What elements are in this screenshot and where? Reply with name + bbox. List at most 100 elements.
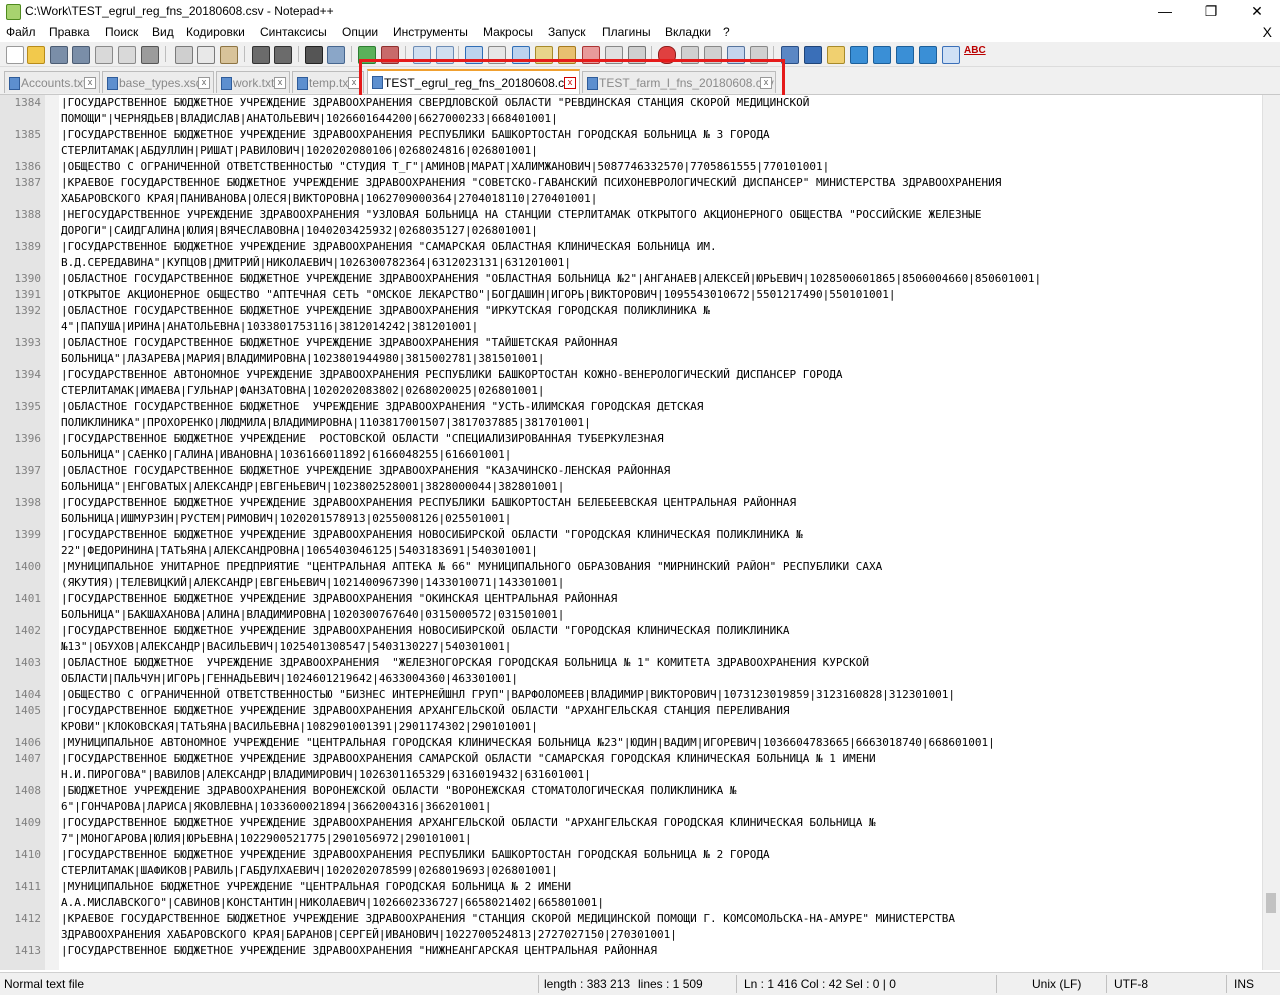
editor-line[interactable]: СТЕРЛИТАМАК|ИМАЕВА|ГУЛЬНАР|ФАНЗАТОВНА|10… — [0, 383, 1260, 399]
editor-area[interactable]: 1384 |ГОСУДАРСТВЕННОЕ БЮДЖЕТНОЕ УЧРЕЖДЕНИ… — [0, 95, 1280, 970]
redo-icon[interactable] — [274, 46, 292, 64]
editor-line[interactable]: 1401 |ГОСУДАРСТВЕННОЕ БЮДЖЕТНОЕ УЧРЕЖДЕНИ… — [0, 591, 1260, 607]
editor-line[interactable]: 1392 |ОБЛАСТНОЕ ГОСУДАРСТВЕННОЕ БЮДЖЕТНОЕ… — [0, 303, 1260, 319]
vertical-scrollbar[interactable] — [1262, 95, 1280, 970]
tab-close-icon[interactable]: x — [84, 77, 96, 89]
editor-line[interactable]: БОЛЬНИЦА"|ЕНГОВАТЫХ|АЛЕКСАНДР|ЕВГЕНЬЕВИЧ… — [0, 479, 1260, 495]
editor-line[interactable]: 1394 |ГОСУДАРСТВЕННОЕ АВТОНОМНОЕ УЧРЕЖДЕН… — [0, 367, 1260, 383]
editor-line[interactable]: Н.И.ПИРОГОВА"|ВАВИЛОВ|АЛЕКСАНДР|ВЛАДИМИР… — [0, 767, 1260, 783]
spellcheck-icon[interactable]: ABC — [964, 45, 986, 56]
navigation-bar-icon[interactable] — [942, 46, 960, 64]
close-document-icon[interactable]: X — [1263, 24, 1272, 40]
line-text[interactable]: |ОБЛАСТНОЕ ГОСУДАРСТВЕННОЕ БЮДЖЕТНОЕ УЧР… — [61, 399, 703, 415]
compare-clear-icon[interactable] — [827, 46, 845, 64]
save-all-icon[interactable] — [72, 46, 90, 64]
editor-line[interactable]: 1407 |ГОСУДАРСТВЕННОЕ БЮДЖЕТНОЕ УЧРЕЖДЕНИ… — [0, 751, 1260, 767]
editor-line[interactable]: ДОРОГИ"|САИДГАЛИНА|ЮЛИЯ|ВЯЧЕСЛАВОВНА|104… — [0, 223, 1260, 239]
tab-accounts-txt[interactable]: Accounts.txt x — [4, 71, 100, 93]
save-icon[interactable] — [50, 46, 68, 64]
next-diff-icon[interactable] — [896, 46, 914, 64]
line-text[interactable]: |ГОСУДАРСТВЕННОЕ БЮДЖЕТНОЕ УЧРЕЖДЕНИЕ ЗД… — [61, 527, 803, 543]
line-text[interactable]: БОЛЬНИЦА"|САЕНКО|ГАЛИНА|ИВАНОВНА|1036166… — [61, 447, 511, 463]
line-text[interactable]: Н.И.ПИРОГОВА"|ВАВИЛОВ|АЛЕКСАНДР|ВЛАДИМИР… — [61, 767, 591, 783]
editor-line[interactable]: 1404 |ОБЩЕСТВО С ОГРАНИЧЕННОЙ ОТВЕТСТВЕНН… — [0, 687, 1260, 703]
line-text[interactable]: |ГОСУДАРСТВЕННОЕ БЮДЖЕТНОЕ УЧРЕЖДЕНИЕ ЗД… — [61, 127, 770, 143]
line-text[interactable]: (ЯКУТИЯ)|ТЕЛЕВИЦКИЙ|АЛЕКСАНДР|ЕВГЕНЬЕВИЧ… — [61, 575, 564, 591]
menu-plugins[interactable]: Плагины — [602, 25, 651, 39]
close-all-icon[interactable] — [118, 46, 136, 64]
copy-icon[interactable] — [197, 46, 215, 64]
editor-line[interactable]: 1387 |КРАЕВОЕ ГОСУДАРСТВЕННОЕ БЮДЖЕТНОЕ У… — [0, 175, 1260, 191]
editor-line[interactable]: 1398 |ГОСУДАРСТВЕННОЕ БЮДЖЕТНОЕ УЧРЕЖДЕНИ… — [0, 495, 1260, 511]
line-text[interactable]: ОБЛАСТИ|ПАЛЬЧУН|ИГОРЬ|ГЕННАДЬЕВИЧ|102460… — [61, 671, 518, 687]
editor-line[interactable]: КРОВИ"|КЛОКОВСКАЯ|ТАТЬЯНА|ВАСИЛЬЕВНА|108… — [0, 719, 1260, 735]
minimize-button[interactable]: — — [1142, 0, 1188, 22]
editor-line[interactable]: 1405 |ГОСУДАРСТВЕННОЕ БЮДЖЕТНОЕ УЧРЕЖДЕНИ… — [0, 703, 1260, 719]
editor-line[interactable]: СТЕРЛИТАМАК|АБДУЛЛИН|РИШАТ|РАВИЛОВИЧ|102… — [0, 143, 1260, 159]
editor-line[interactable]: А.А.МИСЛАВСКОГО"|САВИНОВ|КОНСТАНТИН|НИКО… — [0, 895, 1260, 911]
line-text[interactable]: БОЛЬНИЦА|ИШМУРЗИН|РУСТЕМ|РИМОВИЧ|1020201… — [61, 511, 511, 527]
line-text[interactable]: |ОБЛАСТНОЕ ГОСУДАРСТВЕННОЕ БЮДЖЕТНОЕ УЧР… — [61, 271, 1041, 287]
editor-line[interactable]: 4"|ПАПУША|ИРИНА|АНАТОЛЬЕВНА|103380175311… — [0, 319, 1260, 335]
menu-view[interactable]: Вид — [152, 25, 174, 39]
menu-window[interactable]: Вкладки — [665, 25, 711, 39]
menu-help[interactable]: ? — [723, 25, 730, 39]
editor-line[interactable]: БОЛЬНИЦА"|ЛАЗАРЕВА|МАРИЯ|ВЛАДИМИРОВНА|10… — [0, 351, 1260, 367]
line-text[interactable]: ХАБАРОВСКОГО КРАЯ|ПАНИВАНОВА|ОЛЕСЯ|ВИКТО… — [61, 191, 597, 207]
menu-encoding[interactable]: Кодировки — [186, 25, 245, 39]
close-file-icon[interactable] — [95, 46, 113, 64]
line-text[interactable]: А.А.МИСЛАВСКОГО"|САВИНОВ|КОНСТАНТИН|НИКО… — [61, 895, 604, 911]
menu-file[interactable]: Файл — [6, 25, 36, 39]
tab-close-icon[interactable]: x — [274, 77, 286, 89]
line-text[interactable]: СТЕРЛИТАМАК|ШАФИКОВ|РАВИЛЬ|ГАБДУЛХАЕВИЧ|… — [61, 863, 558, 879]
line-text[interactable]: |ГОСУДАРСТВЕННОЕ БЮДЖЕТНОЕ УЧРЕЖДЕНИЕ ЗД… — [61, 495, 796, 511]
compare-list-icon[interactable] — [804, 46, 822, 64]
line-text[interactable]: |ОБЛАСТНОЕ ГОСУДАРСТВЕННОЕ БЮДЖЕТНОЕ УЧР… — [61, 335, 617, 351]
editor-line[interactable]: ОБЛАСТИ|ПАЛЬЧУН|ИГОРЬ|ГЕННАДЬЕВИЧ|102460… — [0, 671, 1260, 687]
menu-language[interactable]: Синтаксисы — [260, 25, 327, 39]
editor-line[interactable]: ХАБАРОВСКОГО КРАЯ|ПАНИВАНОВА|ОЛЕСЯ|ВИКТО… — [0, 191, 1260, 207]
line-text[interactable]: 6"|ГОНЧАРОВА|ЛАРИСА|ЯКОВЛЕВНА|1033600021… — [61, 799, 491, 815]
editor-line[interactable]: 1393 |ОБЛАСТНОЕ ГОСУДАРСТВЕННОЕ БЮДЖЕТНОЕ… — [0, 335, 1260, 351]
line-text[interactable]: |БЮДЖЕТНОЕ УЧРЕЖДЕНИЕ ЗДРАВООХРАНЕНИЯ ВО… — [61, 783, 737, 799]
editor-line[interactable]: 7"|МОНОГАРОВА|ЮЛИЯ|ЮРЬЕВНА|1022900521775… — [0, 831, 1260, 847]
line-text[interactable]: |ГОСУДАРСТВЕННОЕ БЮДЖЕТНОЕ УЧРЕЖДЕНИЕ РО… — [61, 431, 664, 447]
line-text[interactable]: |ГОСУДАРСТВЕННОЕ БЮДЖЕТНОЕ УЧРЕЖДЕНИЕ ЗД… — [61, 591, 617, 607]
line-text[interactable]: |ОБЩЕСТВО С ОГРАНИЧЕННОЙ ОТВЕТСТВЕННОСТЬ… — [61, 687, 955, 703]
line-text[interactable]: КРОВИ"|КЛОКОВСКАЯ|ТАТЬЯНА|ВАСИЛЬЕВНА|108… — [61, 719, 538, 735]
tab-base-types-xsd[interactable]: base_types.xsd x — [102, 71, 214, 93]
line-text[interactable]: |ГОСУДАРСТВЕННОЕ БЮДЖЕТНОЕ УЧРЕЖДЕНИЕ ЗД… — [61, 703, 789, 719]
line-text[interactable]: БОЛЬНИЦА"|ЕНГОВАТЫХ|АЛЕКСАНДР|ЕВГЕНЬЕВИЧ… — [61, 479, 564, 495]
close-window-button[interactable]: ✕ — [1234, 0, 1280, 22]
line-text[interactable]: |ОТКРЫТОЕ АКЦИОНЕРНОЕ ОБЩЕСТВО "АПТЕЧНАЯ… — [61, 287, 895, 303]
line-text[interactable]: |КРАЕВОЕ ГОСУДАРСТВЕННОЕ БЮДЖЕТНОЕ УЧРЕЖ… — [61, 911, 955, 927]
editor-line[interactable]: СТЕРЛИТАМАК|ШАФИКОВ|РАВИЛЬ|ГАБДУЛХАЕВИЧ|… — [0, 863, 1260, 879]
line-text[interactable]: |КРАЕВОЕ ГОСУДАРСТВЕННОЕ БЮДЖЕТНОЕ УЧРЕЖ… — [61, 175, 1001, 191]
line-text[interactable]: БОЛЬНИЦА"|ЛАЗАРЕВА|МАРИЯ|ВЛАДИМИРОВНА|10… — [61, 351, 544, 367]
line-text[interactable]: |ГОСУДАРСТВЕННОЕ АВТОНОМНОЕ УЧРЕЖДЕНИЕ З… — [61, 367, 842, 383]
editor-line[interactable]: 1409 |ГОСУДАРСТВЕННОЕ БЮДЖЕТНОЕ УЧРЕЖДЕНИ… — [0, 815, 1260, 831]
editor-line[interactable]: 1399 |ГОСУДАРСТВЕННОЕ БЮДЖЕТНОЕ УЧРЕЖДЕНИ… — [0, 527, 1260, 543]
editor-line[interactable]: 1386 |ОБЩЕСТВО С ОГРАНИЧЕННОЙ ОТВЕТСТВЕНН… — [0, 159, 1260, 175]
line-text[interactable]: 22"|ФЕДОРИНИНА|ТАТЬЯНА|АЛЕКСАНДРОВНА|106… — [61, 543, 538, 559]
line-text[interactable]: 4"|ПАПУША|ИРИНА|АНАТОЛЬЕВНА|103380175311… — [61, 319, 478, 335]
new-file-icon[interactable] — [6, 46, 24, 64]
tab-close-icon[interactable]: x — [198, 77, 210, 89]
editor-line[interactable]: 1397 |ОБЛАСТНОЕ ГОСУДАРСТВЕННОЕ БЮДЖЕТНОЕ… — [0, 463, 1260, 479]
maximize-button[interactable]: ❐ — [1188, 0, 1234, 22]
line-text[interactable]: |ГОСУДАРСТВЕННОЕ БЮДЖЕТНОЕ УЧРЕЖДЕНИЕ ЗД… — [61, 751, 876, 767]
line-text[interactable]: |МУНИЦИПАЛЬНОЕ БЮДЖЕТНОЕ УЧРЕЖДЕНИЕ "ЦЕН… — [61, 879, 571, 895]
last-diff-icon[interactable] — [919, 46, 937, 64]
line-text[interactable]: |ОБЩЕСТВО С ОГРАНИЧЕННОЙ ОТВЕТСТВЕННОСТЬ… — [61, 159, 829, 175]
line-text[interactable]: |НЕГОСУДАРСТВЕННОЕ УЧРЕЖДЕНИЕ ЗДРАВООХРА… — [61, 207, 982, 223]
menu-settings[interactable]: Опции — [342, 25, 378, 39]
editor-line[interactable]: 1388 |НЕГОСУДАРСТВЕННОЕ УЧРЕЖДЕНИЕ ЗДРАВО… — [0, 207, 1260, 223]
line-text[interactable]: ЗДРАВООХРАНЕНИЯ ХАБАРОВСКОГО КРАЯ|БАРАНО… — [61, 927, 677, 943]
first-diff-icon[interactable] — [850, 46, 868, 64]
editor-line[interactable]: 6"|ГОНЧАРОВА|ЛАРИСА|ЯКОВЛЕВНА|1033600021… — [0, 799, 1260, 815]
line-text[interactable]: |МУНИЦИПАЛЬНОЕ УНИТАРНОЕ ПРЕДПРИЯТИЕ "ЦЕ… — [61, 559, 882, 575]
line-text[interactable]: |ГОСУДАРСТВЕННОЕ БЮДЖЕТНОЕ УЧРЕЖДЕНИЕ ЗД… — [61, 239, 717, 255]
editor-line[interactable]: (ЯКУТИЯ)|ТЕЛЕВИЦКИЙ|АЛЕКСАНДР|ЕВГЕНЬЕВИЧ… — [0, 575, 1260, 591]
menu-edit[interactable]: Правка — [49, 25, 90, 39]
editor-line[interactable]: 1390 |ОБЛАСТНОЕ ГОСУДАРСТВЕННОЕ БЮДЖЕТНОЕ… — [0, 271, 1260, 287]
